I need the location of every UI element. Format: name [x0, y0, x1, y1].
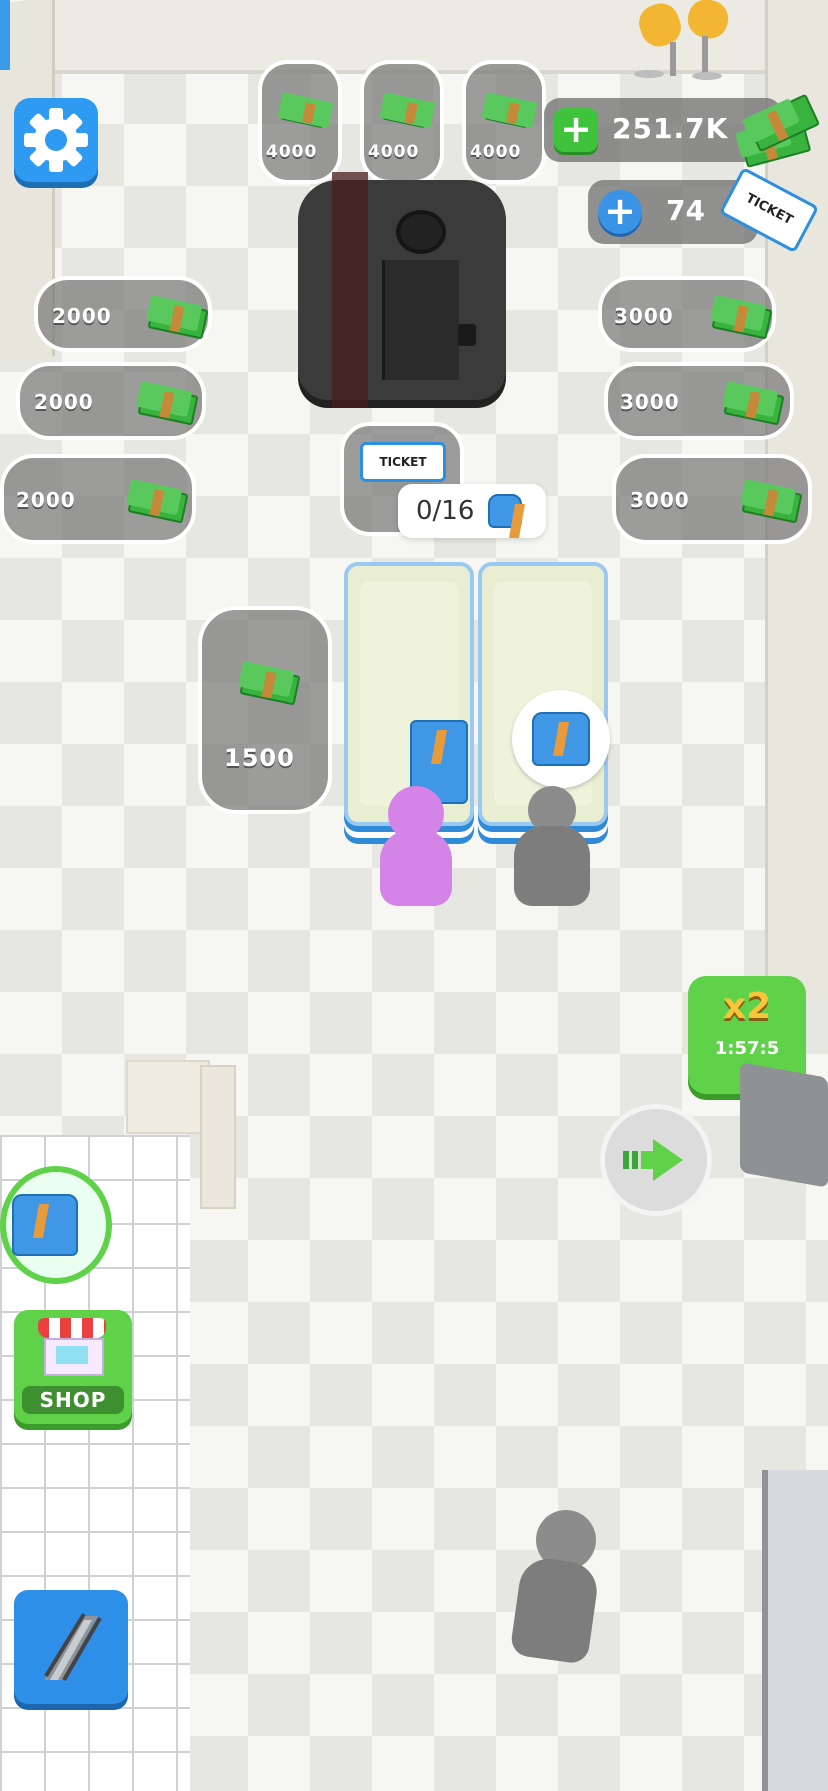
shirt-counter: 0/16 [398, 484, 546, 538]
shirt-icon [12, 1194, 78, 1256]
x2-timer-line1: 1:57:5 [714, 1038, 780, 1059]
shirt-category-button[interactable] [0, 1166, 112, 1284]
machine-door [382, 260, 459, 380]
wall-pillar-side [200, 1065, 236, 1209]
wall-trim [0, 0, 10, 70]
plus-icon: + [560, 107, 592, 151]
slot-price: 3000 [620, 390, 680, 414]
purchase-slot-right-1[interactable]: 3000 [598, 276, 776, 352]
cash-icon [483, 95, 533, 129]
cash-register-decor [740, 1062, 828, 1188]
shop-button[interactable]: SHOP [14, 1310, 132, 1424]
purchase-slot-left-3[interactable]: 2000 [0, 454, 196, 544]
purchase-slot-right-2[interactable]: 3000 [604, 362, 794, 440]
cash-icon [127, 482, 189, 524]
ticket-icon-label: TICKET [743, 190, 796, 229]
cash-icon [381, 95, 431, 129]
slot-price: 4000 [470, 142, 522, 162]
purchase-slot-right-3[interactable]: 3000 [612, 454, 812, 544]
ticket-icon: TICKET [360, 442, 446, 482]
slot-price: 3000 [614, 304, 674, 328]
escalator-icon [44, 1612, 102, 1682]
cash-icon [279, 95, 329, 129]
x2-label: x2 [722, 986, 772, 1027]
machine-button [458, 324, 476, 346]
shirt-icon [532, 712, 590, 766]
slot-price: 2000 [52, 304, 112, 328]
customer-character [500, 786, 600, 916]
cash-icon [239, 664, 301, 706]
ticket-label: TICKET [379, 455, 427, 469]
cash-stack-icon [732, 93, 821, 168]
gear-icon [24, 108, 88, 172]
plus-icon: + [604, 189, 636, 233]
purchase-slot-top-3[interactable]: 4000 [462, 60, 546, 184]
purchase-slot-left-2[interactable]: 2000 [16, 362, 206, 440]
wall-pillar [126, 1060, 210, 1134]
mannequin-decor [630, 0, 740, 80]
shop-icon [38, 1318, 106, 1376]
purchase-slot-top-2[interactable]: 4000 [360, 60, 444, 184]
add-money-button[interactable]: + [554, 108, 598, 152]
slot-price: 4000 [266, 142, 318, 162]
cash-icon [723, 384, 785, 426]
counter-decor [762, 1470, 828, 1791]
slot-price: 1500 [224, 744, 295, 772]
cash-icon [137, 384, 199, 426]
shirt-counter-value: 0/16 [416, 496, 475, 526]
machine-lens [396, 210, 446, 254]
settings-button[interactable] [14, 98, 98, 182]
shop-label: SHOP [22, 1386, 124, 1414]
cash-icon [741, 482, 803, 524]
cash-icon [711, 298, 773, 340]
slot-price: 2000 [16, 488, 76, 512]
slot-price: 3000 [630, 488, 690, 512]
money-value: 251.7K [612, 112, 729, 145]
slot-price: 4000 [368, 142, 420, 162]
slot-price: 2000 [34, 390, 94, 414]
shirt-icon [488, 494, 522, 528]
customer-request-bubble [512, 690, 610, 788]
locked-machine[interactable] [298, 172, 506, 408]
escalator-button[interactable] [14, 1590, 128, 1704]
add-tickets-button[interactable]: + [598, 190, 642, 234]
purchase-slot-table[interactable]: 1500 [198, 606, 332, 814]
direction-arrow-button[interactable] [600, 1104, 712, 1216]
cash-icon [147, 298, 209, 340]
purchase-slot-top-1[interactable]: 4000 [258, 60, 342, 184]
purchase-slot-left-1[interactable]: 2000 [34, 276, 212, 352]
arrow-right-icon [623, 1139, 683, 1181]
tickets-value: 74 [666, 194, 705, 227]
customer-character-walking [502, 1510, 612, 1670]
machine-lock-strip [332, 172, 368, 408]
player-character [370, 720, 470, 920]
